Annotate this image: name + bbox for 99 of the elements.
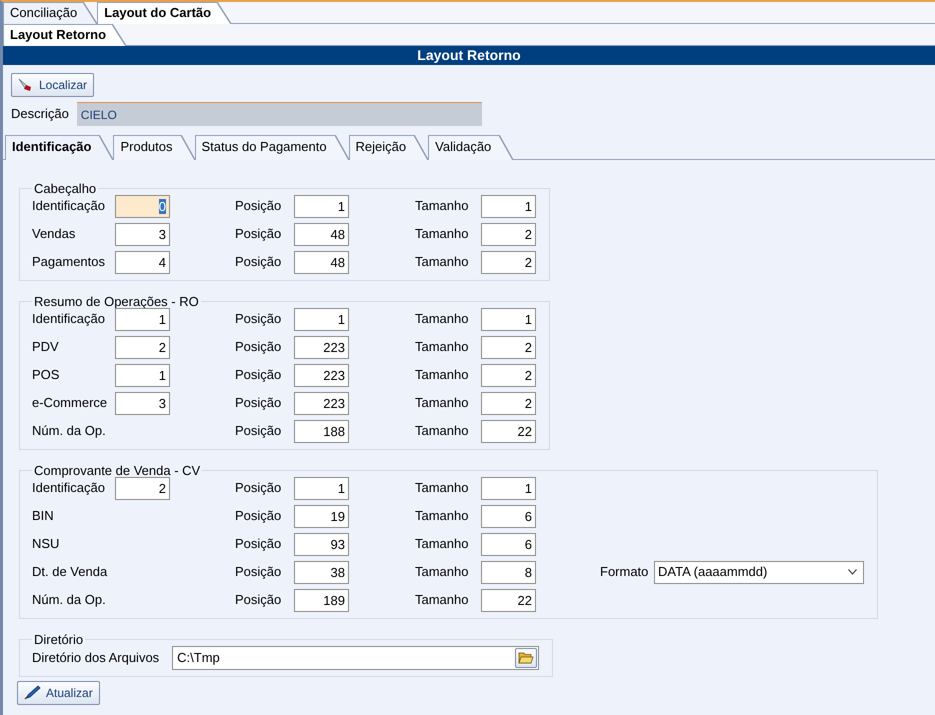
field-label: Tamanho xyxy=(415,197,470,216)
description-field[interactable]: CIELO xyxy=(76,102,482,126)
caret-icon xyxy=(848,569,857,575)
number-field[interactable]: 223 xyxy=(294,392,349,414)
field-label: Tamanho xyxy=(415,535,470,554)
number-field[interactable]: 6 xyxy=(481,504,536,528)
field-label: Vendas xyxy=(32,225,76,244)
field-label: Posição xyxy=(235,338,282,356)
folder-icon xyxy=(518,651,534,664)
tab[interactable]: Identificação xyxy=(5,134,114,160)
field-label: Tamanho xyxy=(415,366,470,384)
group-title: Diretório xyxy=(33,632,84,646)
field-label: Posição xyxy=(235,591,282,610)
number-field[interactable]: 2 xyxy=(481,336,536,358)
tab[interactable]: Conciliação xyxy=(3,2,98,24)
field-label: Tamanho xyxy=(415,479,470,498)
number-field[interactable]: 3 xyxy=(115,222,170,246)
field-label: PDV xyxy=(32,338,60,356)
field-label: Posição xyxy=(235,197,282,216)
number-field[interactable]: 1 xyxy=(481,308,536,330)
brush-icon xyxy=(18,78,34,92)
number-field[interactable]: 19 xyxy=(294,504,349,528)
number-field[interactable]: 1 xyxy=(294,308,349,330)
field-label: Tamanho xyxy=(415,310,470,328)
field-label: Tamanho xyxy=(415,253,470,272)
field-label: Tamanho xyxy=(415,507,470,526)
number-field[interactable]: 22 xyxy=(481,588,536,612)
field-label: Diretório dos Arquivos xyxy=(32,648,160,667)
field-label: Tamanho xyxy=(415,394,470,412)
field-label: Posição xyxy=(235,394,282,412)
number-field[interactable]: 22 xyxy=(481,420,536,442)
field-label: Identificação xyxy=(32,197,106,216)
group-title: Resumo de Operações - RO xyxy=(33,294,200,308)
number-field[interactable]: 223 xyxy=(294,364,349,386)
field-label: Dt. de Venda xyxy=(32,563,108,582)
search-button[interactable]: Localizar xyxy=(11,73,94,97)
field-label: Núm. da Op. xyxy=(32,422,107,440)
format-dropdown[interactable]: DATA (aaaammdd) xyxy=(654,560,864,584)
group-title: Comprovante de Venda - CV xyxy=(33,464,202,476)
number-field[interactable]: 1 xyxy=(294,194,349,218)
field-label: Formato xyxy=(600,563,650,582)
number-field[interactable]: 93 xyxy=(294,532,349,556)
field-label: Posição xyxy=(235,422,282,440)
number-field[interactable]: 6 xyxy=(481,532,536,556)
number-field[interactable]: 2 xyxy=(115,476,170,500)
number-field[interactable]: 1 xyxy=(294,476,349,500)
tab[interactable]: Validação xyxy=(428,134,514,160)
tab[interactable]: Layout do Cartão xyxy=(97,2,232,24)
number-field[interactable]: 2 xyxy=(115,336,170,358)
field-label: Pagamentos xyxy=(32,253,106,272)
tab[interactable]: Produtos xyxy=(113,134,195,160)
field-label: Tamanho xyxy=(415,563,470,582)
field-label: Posição xyxy=(235,535,282,554)
number-field[interactable]: 223 xyxy=(294,336,349,358)
field-label: e-Commerce xyxy=(32,394,108,412)
tab[interactable]: Layout Retorno xyxy=(3,24,126,46)
field-label: Posição xyxy=(235,310,282,328)
number-field[interactable]: 2 xyxy=(481,222,536,246)
field-label: Identificação xyxy=(32,310,106,328)
header-bar: Layout Retorno xyxy=(3,46,935,65)
field-label: POS xyxy=(32,366,60,384)
number-field[interactable]: 8 xyxy=(481,560,536,584)
number-field[interactable]: 1 xyxy=(481,194,536,218)
field-label: Posição xyxy=(235,225,282,244)
number-field[interactable]: 189 xyxy=(294,588,349,612)
field-label: Tamanho xyxy=(415,338,470,356)
number-field[interactable]: 4 xyxy=(115,250,170,274)
update-button[interactable]: Atualizar xyxy=(17,680,100,704)
number-field[interactable]: 188 xyxy=(294,420,349,442)
description-label: Descrição xyxy=(11,104,69,123)
field-label: BIN xyxy=(32,507,55,526)
number-field[interactable]: 3 xyxy=(115,392,170,414)
number-field[interactable]: 2 xyxy=(481,392,536,414)
group-title: Cabeçalho xyxy=(33,182,98,194)
field-label: Posição xyxy=(235,479,282,498)
number-field[interactable]: 1 xyxy=(115,308,170,330)
field-label: Posição xyxy=(235,366,282,384)
tab[interactable]: Rejeição xyxy=(348,134,428,160)
pen-icon xyxy=(24,685,41,700)
number-field[interactable]: 0 xyxy=(115,194,170,218)
field-label: Posição xyxy=(235,507,282,526)
number-field[interactable]: 38 xyxy=(294,560,349,584)
number-field[interactable]: 2 xyxy=(481,364,536,386)
folder-button[interactable] xyxy=(515,648,538,668)
number-field[interactable]: 1 xyxy=(481,476,536,500)
field-label: Núm. da Op. xyxy=(32,591,107,610)
field-label: NSU xyxy=(32,535,60,554)
number-field[interactable]: 48 xyxy=(294,250,349,274)
field-label: Posição xyxy=(235,563,282,582)
field-label: Tamanho xyxy=(415,422,470,440)
number-field[interactable]: 2 xyxy=(481,250,536,274)
number-field[interactable]: 48 xyxy=(294,222,349,246)
field-label: Posição xyxy=(235,253,282,272)
field-label: Tamanho xyxy=(415,225,470,244)
tab[interactable]: Status do Pagamento xyxy=(194,134,349,160)
field-label: Tamanho xyxy=(415,591,470,610)
number-field[interactable]: 1 xyxy=(115,364,170,386)
field-label: Identificação xyxy=(32,479,106,498)
directory-field[interactable]: C:\Tmp xyxy=(172,646,540,670)
